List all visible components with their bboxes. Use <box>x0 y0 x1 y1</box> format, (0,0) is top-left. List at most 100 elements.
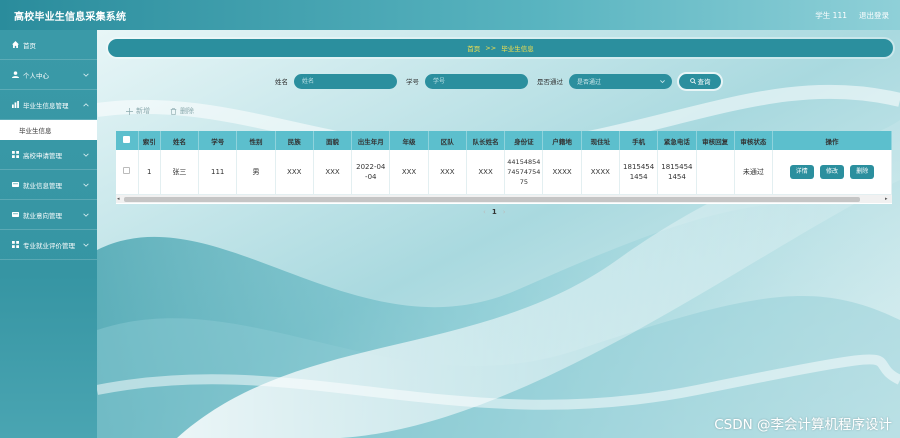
search-bar: 姓名 学号 是否通过 是否通过 查询 <box>275 73 721 89</box>
table-header: 面貌 <box>313 131 353 150</box>
current-user: 学生 111 <box>815 10 847 20</box>
search-icon <box>689 78 696 84</box>
detail-button[interactable]: 详情 <box>789 164 814 179</box>
cell-index: 1 <box>138 150 161 195</box>
breadcrumb-separator: >> <box>485 44 497 52</box>
row-select-cell[interactable] <box>116 150 139 195</box>
cell-operations: 详情 修改 删除 <box>772 150 892 195</box>
sidebar-item-employment-intention[interactable]: 就业意向管理 <box>0 200 97 230</box>
table-header: 区队 <box>428 131 467 150</box>
chevron-up-icon <box>83 103 89 107</box>
top-bar: 高校毕业生信息采集系统 学生 111 退出登录 <box>0 0 900 30</box>
sidebar-item-home[interactable]: 首页 <box>0 30 97 60</box>
table-row: 1 张三 111 男 XXX XXX 2022-04-04 XXX XXX XX… <box>116 150 892 195</box>
cell-address: XXXX <box>581 150 621 195</box>
prev-page-button[interactable]: ‹ <box>483 208 486 216</box>
name-search-input[interactable] <box>294 73 397 89</box>
scroll-right-icon[interactable]: ▸ <box>885 196 891 202</box>
logout-link[interactable]: 退出登录 <box>859 10 889 21</box>
cell-student-id: 111 <box>198 150 238 195</box>
table-header: 紧急电话 <box>657 131 697 150</box>
table-header: 姓名 <box>160 131 200 150</box>
trash-icon <box>170 107 177 115</box>
table-header: 年级 <box>389 131 429 150</box>
delete-button[interactable]: 删除 <box>850 164 875 179</box>
sidebar-item-label: 个人中心 <box>23 71 49 80</box>
edit-button[interactable]: 修改 <box>820 164 845 179</box>
grid-icon <box>11 241 19 249</box>
chevron-down-icon <box>83 243 89 247</box>
cell-gender: 男 <box>236 150 276 195</box>
select-all-cell[interactable] <box>116 131 139 150</box>
row-checkbox[interactable] <box>123 166 131 174</box>
table-header-row: 索引 姓名 学号 性别 民族 面貌 出生年月 年级 区队 队长姓名 身份证 户籍… <box>116 131 892 150</box>
table-header: 索引 <box>138 131 161 150</box>
chevron-down-icon <box>83 183 89 187</box>
main-content: 首页 >> 毕业生信息 姓名 学号 是否通过 是否通过 查询 新增 删除 <box>97 30 900 438</box>
table-header: 身份证 <box>504 131 544 150</box>
horizontal-scrollbar[interactable]: ◂ ▸ <box>116 195 892 203</box>
select-all-checkbox[interactable] <box>123 136 131 143</box>
breadcrumb-current: 毕业生信息 <box>501 45 534 53</box>
cell-name: 张三 <box>160 150 200 195</box>
chevron-down-icon <box>83 213 89 217</box>
next-page-button[interactable]: › <box>503 208 506 216</box>
sidebar-subitem-graduate-info[interactable]: 毕业生信息 <box>0 120 97 140</box>
cell-review-status: 未通过 <box>734 150 774 195</box>
bulk-delete-button[interactable]: 删除 <box>170 106 194 116</box>
pass-status-value: 是否通过 <box>577 78 602 86</box>
chevron-down-icon <box>83 73 89 77</box>
table-header: 手机 <box>619 131 659 150</box>
sidebar-item-label: 就业意向管理 <box>23 211 62 220</box>
sidebar-item-label: 首页 <box>23 41 36 50</box>
student-id-label: 学号 <box>406 78 419 86</box>
add-button-label: 新增 <box>136 107 150 115</box>
cell-hometown: XXXX <box>542 150 582 195</box>
sidebar: 首页 个人中心 毕业生信息管理 毕业生信息 高校申请管理 就业信息管理 就业意向… <box>0 30 97 438</box>
sidebar-item-college-application[interactable]: 高校申请管理 <box>0 140 97 170</box>
table-header: 现住址 <box>581 131 621 150</box>
breadcrumb-home[interactable]: 首页 <box>467 43 480 53</box>
sidebar-item-label: 就业信息管理 <box>23 181 62 190</box>
pass-status-label: 是否通过 <box>537 78 563 86</box>
breadcrumb: 首页 >> 毕业生信息 <box>108 39 893 57</box>
action-toolbar: 新增 删除 <box>126 106 194 116</box>
cell-leader: XXX <box>466 150 506 195</box>
scroll-left-icon[interactable]: ◂ <box>117 196 123 202</box>
cell-squad: XXX <box>428 150 467 195</box>
sidebar-item-label: 高校申请管理 <box>23 151 62 160</box>
table-header: 审核状态 <box>734 131 774 150</box>
plus-icon <box>126 107 133 115</box>
name-label: 姓名 <box>275 78 288 86</box>
add-button[interactable]: 新增 <box>126 106 150 116</box>
sidebar-item-personal-center[interactable]: 个人中心 <box>0 60 97 90</box>
chart-icon <box>11 101 19 109</box>
sidebar-item-graduate-info[interactable]: 毕业生信息管理 <box>0 90 97 120</box>
scrollbar-thumb[interactable] <box>124 196 860 202</box>
table-header: 队长姓名 <box>466 131 506 150</box>
user-icon <box>11 71 19 79</box>
student-id-search-input[interactable] <box>425 73 528 89</box>
grid-icon <box>11 151 19 159</box>
table-header: 出生年月 <box>351 131 391 150</box>
table-header: 操作 <box>772 131 892 150</box>
data-table: 索引 姓名 学号 性别 民族 面貌 出生年月 年级 区队 队长姓名 身份证 户籍… <box>116 131 892 204</box>
cell-emergency-phone: 18154541454 <box>657 150 697 195</box>
bulk-delete-button-label: 删除 <box>180 107 194 115</box>
table-header: 户籍地 <box>542 131 582 150</box>
table-header: 学号 <box>198 131 238 150</box>
app-title: 高校毕业生信息采集系统 <box>14 11 127 23</box>
card-icon <box>11 211 19 219</box>
search-button[interactable]: 查询 <box>679 73 721 89</box>
pass-status-select[interactable]: 是否通过 <box>569 73 672 89</box>
sidebar-item-major-evaluation[interactable]: 专业就业评价管理 <box>0 230 97 260</box>
cell-phone: 18154541454 <box>619 150 659 195</box>
card-icon <box>11 181 19 189</box>
chevron-down-icon <box>83 153 89 157</box>
cell-politics: XXX <box>313 150 353 195</box>
page-number[interactable]: 1 <box>492 208 497 216</box>
sidebar-item-employment-info[interactable]: 就业信息管理 <box>0 170 97 200</box>
sidebar-item-label: 毕业生信息管理 <box>23 101 69 110</box>
cell-ethnicity: XXX <box>275 150 314 195</box>
home-icon <box>11 41 19 49</box>
